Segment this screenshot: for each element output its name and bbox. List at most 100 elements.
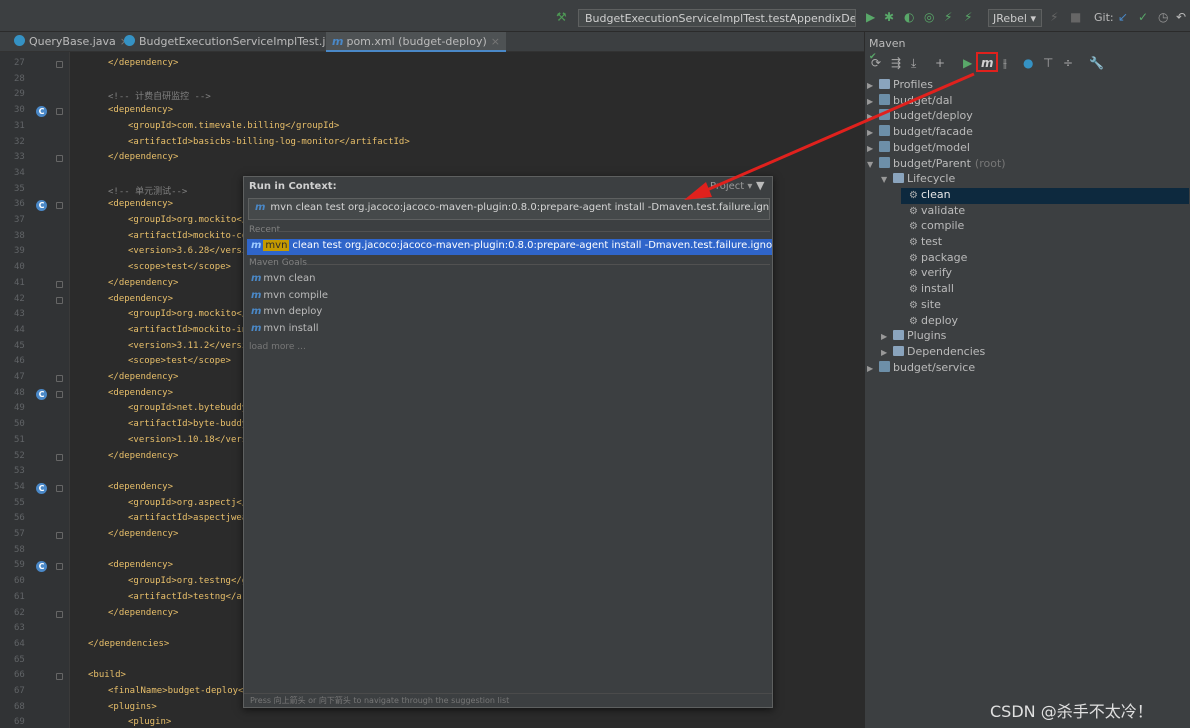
maven-tree-item-budget-service[interactable]: ▶ budget/service — [867, 360, 975, 377]
maven-tree-item-budget-facade[interactable]: ▶ budget/facade — [867, 125, 973, 141]
debug-icon[interactable]: ✱ — [884, 10, 894, 24]
line-number: 45 — [14, 340, 25, 351]
show-dependencies-icon[interactable]: ⊤ — [1043, 56, 1053, 70]
stop-icon[interactable]: ■ — [1070, 10, 1081, 24]
close-icon[interactable]: × — [491, 35, 500, 48]
expand-arrow-icon[interactable]: ▼ — [881, 175, 893, 184]
download-icon[interactable]: ⤓ — [911, 56, 916, 71]
goal-label: mvn deploy — [263, 306, 323, 317]
jrebel-update-icon[interactable]: ⚡ — [1050, 10, 1058, 24]
expand-arrow-icon[interactable]: ▶ — [867, 364, 879, 373]
add-icon[interactable]: + — [935, 56, 945, 70]
git-label: Git: — [1094, 11, 1114, 24]
expand-arrow-icon[interactable]: ▶ — [867, 144, 879, 153]
skip-tests-icon[interactable]: ● — [1023, 56, 1033, 70]
run-icon[interactable]: ▶ — [866, 10, 875, 24]
maven-tree-item-test[interactable]: ⚙ test — [909, 235, 942, 251]
override-gutter-icon[interactable]: C — [36, 200, 47, 212]
expand-arrow-icon[interactable]: ▼ — [867, 160, 879, 169]
maven-goal-item[interactable]: m mvn clean — [247, 272, 772, 288]
tab-querybase[interactable]: QueryBase.java× — [8, 32, 135, 52]
fold-marker[interactable] — [56, 532, 63, 539]
fold-marker[interactable] — [56, 563, 63, 571]
maven-tree-item-validate[interactable]: ⚙ validate — [909, 204, 965, 220]
fold-marker[interactable] — [56, 484, 63, 492]
command-input[interactable]: m mvn clean test org.jacoco:jacoco-maven-… — [248, 198, 770, 220]
expand-arrow-icon[interactable]: ▶ — [867, 97, 879, 106]
wrench-icon[interactable]: 🔧 — [1089, 56, 1104, 70]
override-gutter-icon[interactable]: C — [36, 106, 47, 118]
maven-tree-item-budget-model[interactable]: ▶ budget/model — [867, 140, 970, 157]
maven-tree-item-plugins[interactable]: ▶ Plugins — [881, 329, 946, 345]
expand-arrow-icon[interactable]: ▶ — [867, 128, 879, 137]
run-config-label: BudgetExecutionServiceImplTest.testAppen… — [585, 12, 856, 25]
fold-marker[interactable] — [56, 453, 63, 461]
maven-goal-item[interactable]: m mvn compile — [247, 289, 772, 305]
fold-marker[interactable] — [56, 375, 63, 382]
line-number: 42 — [14, 293, 25, 304]
maven-tree-item-site[interactable]: ⚙ site — [909, 298, 941, 314]
filter-icon[interactable]: ▼ — [756, 179, 764, 192]
load-more-link[interactable]: load more ... — [249, 342, 306, 352]
generate-sources-icon[interactable]: ⇶ — [891, 56, 901, 70]
override-gutter-icon[interactable]: C — [36, 561, 47, 573]
recent-command-item[interactable]: m mvn clean test org.jacoco:jacoco-maven-p… — [247, 239, 772, 255]
scope-select[interactable]: Project ▾ — [710, 181, 752, 192]
maven-goal-item[interactable]: m mvn install — [247, 322, 772, 338]
jrebel-debug-icon[interactable]: ⚡ — [964, 10, 972, 24]
maven-tree-item-budget-dal[interactable]: ▶ budget/dal — [867, 93, 953, 110]
fold-marker[interactable] — [56, 296, 63, 304]
maven-tree-item-clean[interactable]: ⚙ clean — [901, 187, 1189, 204]
profile-icon[interactable]: ◎ — [924, 10, 934, 24]
fold-marker[interactable] — [56, 155, 63, 163]
fold-marker[interactable] — [56, 673, 63, 681]
maven-tree-item-package[interactable]: ⚙ package — [909, 251, 967, 267]
maven-tree-item-budget-parent[interactable]: ▼ budget/Parent (root) — [867, 156, 1006, 173]
fold-marker[interactable] — [56, 108, 63, 116]
expand-arrow-icon[interactable]: ▶ — [867, 112, 879, 121]
expand-arrow-icon[interactable]: ▶ — [881, 348, 893, 357]
fold-marker[interactable] — [56, 61, 63, 68]
override-gutter-icon[interactable]: C — [36, 482, 47, 494]
git-history-icon[interactable]: ◷ — [1158, 10, 1168, 24]
tab-pom-xml[interactable]: m pom.xml (budget-deploy) × — [326, 32, 506, 52]
run-configuration-select[interactable]: BudgetExecutionServiceImplTest.testAppen… — [578, 9, 856, 27]
jrebel-run-icon[interactable]: ⚡ — [944, 10, 952, 24]
collapse-all-icon[interactable]: ÷ — [1063, 56, 1073, 70]
maven-tree-item-verify[interactable]: ⚙ verify — [909, 266, 952, 282]
run-maven-build-icon[interactable]: ▶ — [963, 56, 972, 70]
maven-tree-item-install[interactable]: ⚙ install — [909, 282, 954, 298]
git-rollback-icon[interactable]: ↶ — [1176, 10, 1186, 24]
line-number: 47 — [14, 372, 25, 382]
coverage-icon[interactable]: ◐ — [904, 10, 914, 24]
maven-tree-item-lifecycle[interactable]: ▼ Lifecycle — [881, 172, 955, 188]
toggle-offline-icon[interactable]: ⫲ — [1003, 56, 1007, 71]
build-hammer-icon[interactable]: ⚒ — [556, 10, 570, 24]
maven-tree-item-budget-deploy[interactable]: ▶ budget/deploy — [867, 109, 973, 125]
git-commit-icon[interactable]: ✓ — [1138, 10, 1148, 24]
override-gutter-icon[interactable]: C — [36, 388, 47, 400]
code-line: <plugin> — [128, 717, 172, 728]
line-number: 34 — [14, 167, 25, 178]
ide-window: ⚒ BudgetExecutionServiceImplTest.testApp… — [0, 0, 1190, 728]
expand-arrow-icon[interactable]: ▶ — [881, 332, 893, 341]
line-number: 35 — [14, 183, 25, 194]
fold-marker[interactable] — [56, 390, 63, 398]
scope-label: Project — [710, 181, 745, 192]
git-update-icon[interactable]: ↙ — [1118, 10, 1128, 24]
fold-marker[interactable] — [56, 202, 63, 210]
maven-tree-item-profiles[interactable]: ▶ Profiles — [867, 78, 933, 94]
line-number: 29 — [14, 89, 25, 100]
expand-arrow-icon[interactable]: ▶ — [867, 81, 879, 90]
maven-tree-item-dependencies[interactable]: ▶ Dependencies — [881, 345, 985, 361]
jrebel-select[interactable]: JRebel ▾ — [988, 9, 1042, 27]
fold-marker[interactable] — [56, 610, 63, 618]
maven-tree-item-compile[interactable]: ⚙ compile — [909, 219, 964, 235]
section-divider — [278, 231, 770, 232]
maven-goal-item[interactable]: m mvn deploy — [247, 305, 772, 321]
reload-icon[interactable]: ⟳ — [871, 56, 881, 70]
fold-marker[interactable] — [56, 280, 63, 288]
maven-tree-item-deploy[interactable]: ⚙ deploy — [909, 314, 958, 330]
code-line: </dependency> — [108, 529, 179, 539]
gear-icon: ⚙ — [909, 205, 918, 217]
